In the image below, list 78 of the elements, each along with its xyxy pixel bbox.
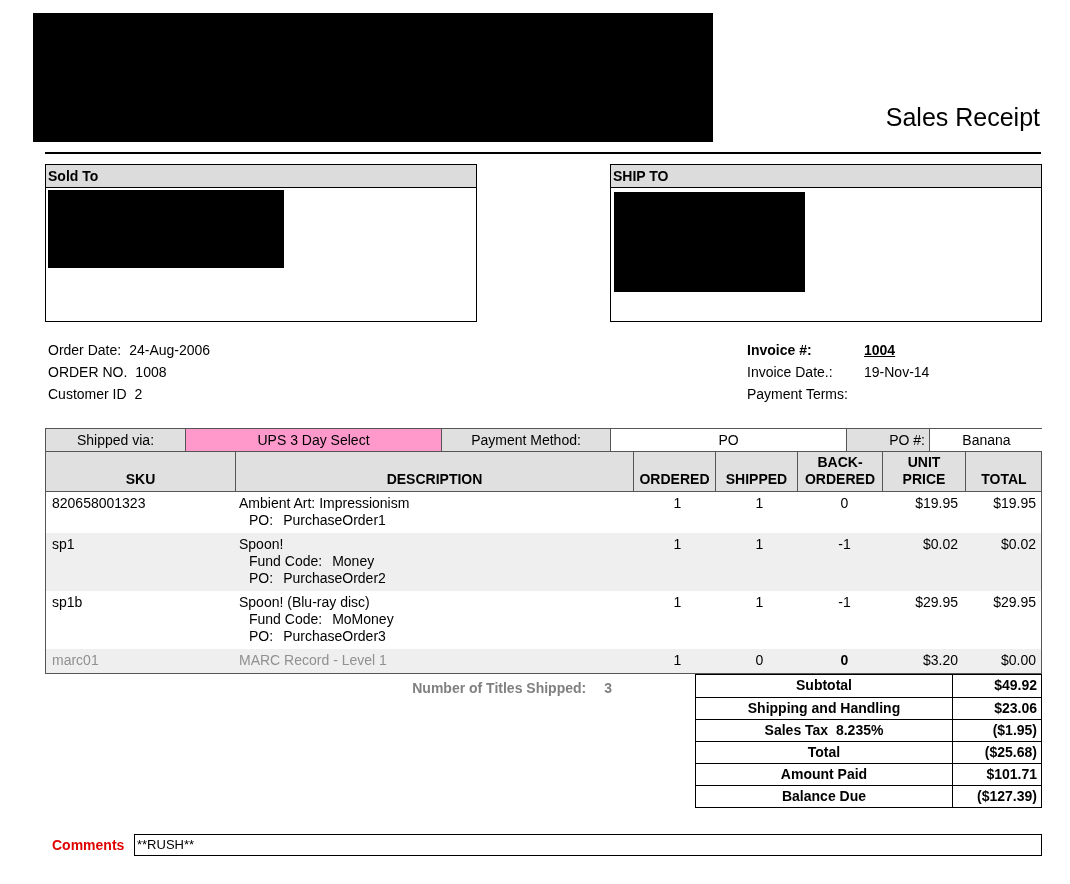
field-value: 1008: [135, 363, 167, 382]
field-label: Invoice #:: [747, 341, 813, 360]
totals-value: ($127.39): [976, 787, 1038, 806]
table-cell-text: $19.95: [914, 495, 959, 513]
detail-label: Fund Code:: [249, 611, 323, 628]
column-header: ORDERED: [634, 452, 716, 491]
totals-value: ($25.68): [983, 743, 1038, 762]
detail-value: Money: [332, 553, 375, 570]
item-description: Ambient Art: Impressionism: [239, 495, 411, 512]
sku-cell-text: sp1: [51, 536, 76, 554]
detail-value: PurchaseOrder3: [283, 628, 386, 645]
comments-field: **RUSH**: [134, 834, 1042, 856]
totals-label: Balance Due: [696, 786, 953, 807]
table-cell-text: $3.20: [921, 652, 959, 669]
field-label: Invoice Date.:: [747, 363, 834, 382]
column-header: DESCRIPTION: [236, 452, 634, 491]
column-header: BACK-ORDERED: [798, 452, 883, 491]
item-description: MARC Record - Level 1: [239, 652, 388, 669]
field-label: Payment Terms:: [747, 385, 849, 404]
item-description: Spoon!: [239, 536, 285, 553]
table-cell-text: 1: [672, 536, 683, 554]
table-cell-text: $29.95: [914, 594, 959, 612]
field-value: Banana: [930, 429, 1043, 451]
column-header: TOTAL: [980, 470, 1028, 489]
field-label: Customer ID: [48, 385, 127, 404]
detail-value: PurchaseOrder1: [283, 512, 386, 529]
totals-label: Amount Paid: [696, 764, 953, 785]
detail-value: PurchaseOrder2: [283, 570, 386, 587]
table-cell-text: $29.95: [992, 594, 1037, 612]
table-cell-text: 0: [839, 495, 850, 513]
detail-label: PO:: [249, 570, 274, 587]
table-cell-text: -1: [837, 536, 852, 554]
table-cell-text: 1: [672, 495, 683, 513]
table-cell-text: $0.00: [999, 652, 1037, 669]
sku-cell-text: marc01: [51, 652, 100, 669]
table-cell-text: 1: [754, 536, 765, 554]
panel-heading: Sold To: [46, 165, 476, 188]
field-value: 19-Nov-14: [864, 363, 930, 382]
column-header: SHIPPED: [716, 452, 798, 491]
table-cell-text: 1: [754, 594, 765, 612]
totals-label: Shipping and Handling: [696, 698, 953, 719]
shipping-method-value: UPS 3 Day Select: [186, 429, 442, 451]
table-cell-text: -1: [837, 594, 852, 612]
field-label: Order Date:: [48, 341, 122, 360]
table-cell-text: 0: [754, 652, 765, 669]
totals-label: Sales Tax 8.235%: [696, 720, 953, 741]
totals-value: $101.71: [985, 765, 1038, 784]
table-cell-text: 1: [672, 652, 683, 669]
field-value: 1004: [864, 341, 896, 360]
table-cell-text: 1: [672, 594, 683, 612]
detail-label: PO:: [249, 628, 274, 645]
item-description: Spoon! (Blu-ray disc): [239, 594, 371, 611]
totals-value: ($1.95): [991, 721, 1038, 740]
totals-value: $49.92: [993, 676, 1038, 695]
detail-label: Fund Code:: [249, 553, 323, 570]
comments-label: Comments: [52, 835, 126, 855]
table-cell-text: $0.02: [921, 536, 959, 554]
panel-heading: SHIP TO: [611, 165, 1041, 188]
table-cell-text: 1: [754, 495, 765, 513]
field-value: 24-Aug-2006: [129, 341, 211, 360]
column-header: SKU: [46, 452, 236, 491]
detail-label: PO:: [249, 512, 274, 529]
sku-cell-text: 820658001323: [51, 495, 147, 513]
document-title: Sales Receipt: [885, 101, 1040, 133]
totals-value: $23.06: [993, 699, 1038, 718]
field-value: 3: [604, 679, 612, 698]
table-cell-text: $0.02: [999, 536, 1037, 554]
totals-label: Total: [696, 742, 953, 763]
field-value: PO: [611, 429, 847, 451]
sku-cell-text: sp1b: [51, 594, 84, 612]
table-cell-text: $19.95: [992, 495, 1037, 513]
field-value: 2: [134, 385, 143, 404]
detail-value: MoMoney: [332, 611, 394, 628]
totals-label: Subtotal: [696, 675, 953, 697]
column-header: UNIT PRICE: [883, 452, 966, 491]
table-cell-text: 0: [839, 652, 850, 669]
field-label: Number of Titles Shipped:: [412, 679, 587, 698]
field-label: ORDER NO.: [48, 363, 128, 382]
